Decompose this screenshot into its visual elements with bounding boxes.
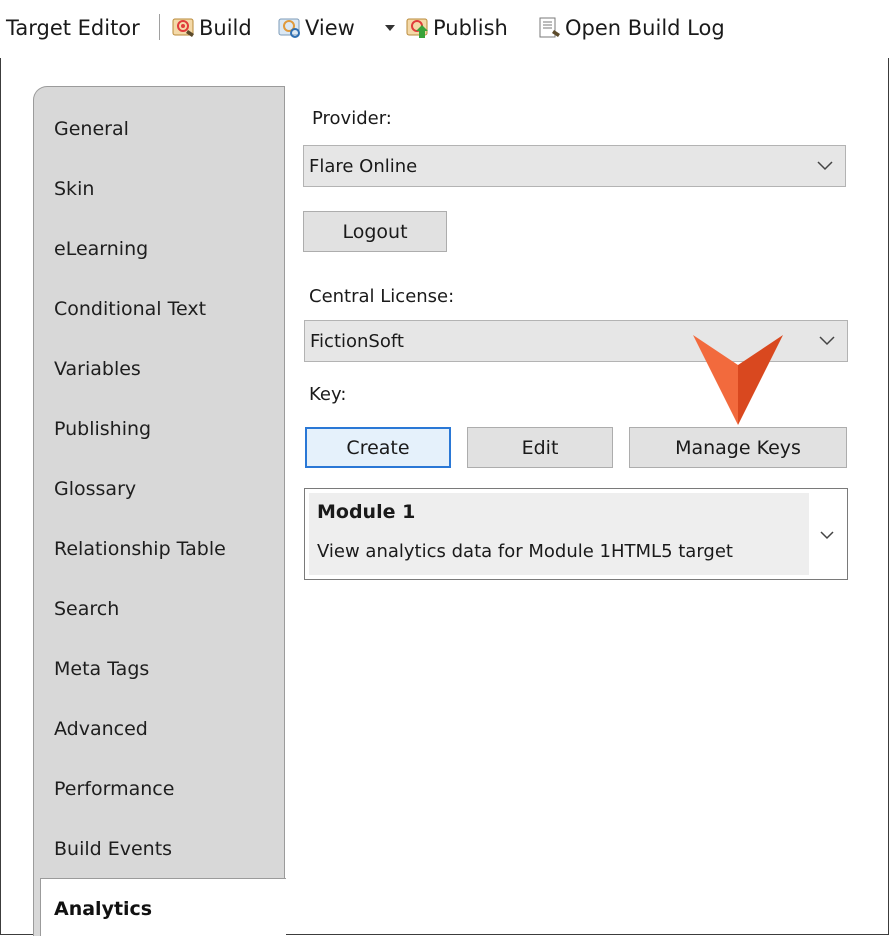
build-label: Build [199, 16, 252, 40]
tab-elearning[interactable]: eLearning [54, 238, 148, 260]
view-icon [278, 18, 300, 38]
view-button[interactable]: View [278, 13, 355, 43]
view-label: View [305, 16, 355, 40]
callout-arrow-icon [693, 335, 783, 425]
chevron-down-icon [820, 531, 834, 540]
tab-panel [33, 86, 285, 936]
open-build-log-label: Open Build Log [565, 16, 725, 40]
toolbar-separator [159, 14, 160, 40]
key-description: View analytics data for Module 1HTML5 ta… [317, 541, 733, 562]
key-label: Key: [309, 384, 347, 405]
tab-publishing[interactable]: Publishing [54, 418, 151, 440]
editor-title: Target Editor [6, 13, 140, 43]
view-dropdown-button[interactable] [385, 13, 395, 43]
caret-down-icon [385, 25, 395, 31]
key-title: Module 1 [317, 501, 416, 523]
tab-glossary[interactable]: Glossary [54, 478, 136, 500]
tab-meta-tags[interactable]: Meta Tags [54, 658, 149, 680]
toolbar: Target Editor Build View Publish Open Bu… [0, 0, 889, 58]
tab-variables[interactable]: Variables [54, 358, 141, 380]
key-select[interactable]: Module 1 View analytics data for Module … [304, 488, 848, 580]
provider-value: Flare Online [309, 155, 418, 177]
build-icon [172, 18, 194, 37]
tab-relationship-table[interactable]: Relationship Table [54, 538, 226, 560]
editor-title-label: Target Editor [6, 16, 140, 40]
tab-skin[interactable]: Skin [54, 178, 94, 200]
open-build-log-button[interactable]: Open Build Log [538, 13, 725, 43]
publish-icon [406, 18, 428, 38]
key-selected-item: Module 1 View analytics data for Module … [309, 493, 809, 575]
create-key-button[interactable]: Create [305, 427, 451, 468]
tab-performance[interactable]: Performance [54, 778, 174, 800]
provider-select[interactable]: Flare Online [303, 145, 846, 187]
publish-label: Publish [433, 16, 508, 40]
central-license-label: Central License: [309, 286, 455, 307]
chevron-down-icon [817, 161, 833, 171]
publish-button[interactable]: Publish [406, 13, 508, 43]
tab-build-events[interactable]: Build Events [54, 838, 172, 860]
tab-advanced[interactable]: Advanced [54, 718, 148, 740]
chevron-down-icon [819, 336, 835, 346]
build-log-icon [539, 17, 560, 38]
tab-general[interactable]: General [54, 118, 129, 140]
provider-label: Provider: [312, 108, 392, 129]
manage-keys-button[interactable]: Manage Keys [629, 427, 847, 468]
tab-conditional-text[interactable]: Conditional Text [54, 298, 206, 320]
tab-search[interactable]: Search [54, 598, 119, 620]
logout-button[interactable]: Logout [303, 211, 447, 252]
tab-analytics[interactable]: Analytics [54, 898, 152, 920]
edit-key-button[interactable]: Edit [467, 427, 613, 468]
build-button[interactable]: Build [172, 13, 252, 43]
